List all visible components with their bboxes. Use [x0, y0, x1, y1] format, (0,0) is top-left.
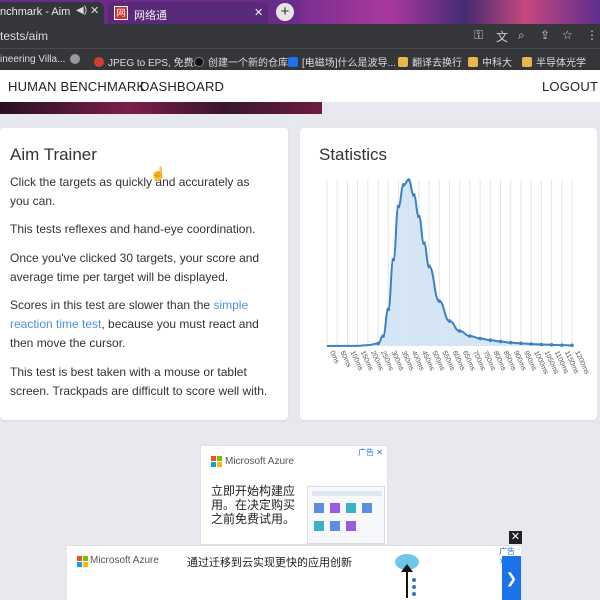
bookmarks-bar: ineering Villa... JPEG to EPS, 免费... 创建一…: [0, 48, 600, 70]
ad-brand: Microsoft Azure: [225, 456, 294, 467]
description-purpose: This tests reflexes and hand-eye coordin…: [10, 222, 256, 236]
ad-next-button[interactable]: ❯: [502, 556, 521, 600]
bookmark-globe[interactable]: [70, 54, 84, 66]
data-point: [508, 340, 513, 345]
tab-human-benchmark[interactable]: nchmark - Aim ◀) ✕: [0, 2, 104, 24]
data-point: [549, 343, 554, 347]
browser-tab-bar: nchmark - Aim ◀) ✕ 网 网络通 ✕ +: [0, 0, 600, 24]
bookmark-jpeg-to-eps[interactable]: JPEG to EPS, 免费...: [94, 54, 202, 69]
data-point: [539, 342, 544, 347]
data-point: [381, 334, 385, 338]
dashboard-link[interactable]: DASHBOARD: [140, 79, 224, 94]
tab-title: 网络通: [134, 10, 167, 22]
ad-choices-icon[interactable]: 广告 ✕: [358, 447, 383, 458]
more-icon[interactable]: ⋮: [586, 28, 598, 42]
bookmark-folder-translate[interactable]: 翻译去换行: [398, 54, 462, 69]
folder-icon: [398, 57, 408, 67]
data-point: [488, 338, 493, 342]
star-icon[interactable]: ☆: [562, 28, 573, 42]
tab-favicon: 网: [114, 6, 128, 20]
data-point: [406, 178, 411, 182]
data-point: [570, 343, 574, 348]
close-icon[interactable]: ✕: [254, 6, 263, 19]
close-ad-button[interactable]: ✕: [509, 531, 522, 544]
new-tab-button[interactable]: +: [276, 3, 294, 21]
data-point: [519, 341, 523, 346]
data-point: [498, 339, 503, 344]
data-point: [422, 241, 426, 245]
description-comparison: Scores in this test are slower than the …: [10, 298, 259, 350]
ad-brand: Microsoft Azure: [90, 555, 159, 566]
description-instructions: Click the targets as quickly and accurat…: [10, 175, 250, 208]
ad-screenshot-image: [307, 486, 385, 544]
globe-icon: [70, 54, 80, 64]
share-icon[interactable]: ⇪: [540, 28, 550, 42]
data-point: [437, 299, 442, 303]
zhihu-icon: [288, 57, 298, 67]
zoom-icon[interactable]: ⌕: [518, 28, 525, 43]
bookmark-folder-ustc[interactable]: 中科大: [468, 54, 512, 69]
site-navbar: HUMAN BENCHMARK DASHBOARD LOGOUT: [0, 70, 600, 102]
data-point: [529, 342, 533, 346]
data-point: [411, 193, 416, 197]
description-device: This test is best taken with a mouse or …: [10, 365, 268, 398]
bookmark-github[interactable]: 创建一个新的仓库: [194, 54, 288, 69]
ad-headline: 通过迁移到云实现更快的应用创新: [187, 557, 352, 569]
speaker-mute-icon[interactable]: ◀): [76, 5, 87, 16]
aim-trainer-card: Aim Trainer Click the targets as quickly…: [0, 128, 288, 420]
card-title: Aim Trainer: [10, 145, 97, 164]
data-point: [447, 319, 452, 323]
github-icon: [194, 57, 204, 67]
data-point: [401, 183, 406, 187]
cloud-upload-icon: [395, 554, 419, 598]
data-point: [391, 257, 396, 262]
data-point: [468, 334, 472, 338]
azure-ad-box[interactable]: Microsoft Azure 广告 ✕ 立即开始构建应用。在决定购买之前免费试…: [200, 445, 388, 545]
tab-bar-decoration: [300, 0, 600, 24]
key-icon[interactable]: ⚿: [474, 28, 483, 43]
data-point: [478, 336, 482, 341]
folder-icon: [522, 57, 532, 67]
hero-banner-strip: [0, 102, 322, 114]
convert-icon: [94, 57, 104, 67]
statistics-chart: 0ms50ms100ms150ms200ms250ms300ms350ms400…: [326, 178, 590, 376]
address-bar: tests/aim ⚿ ⽂ ⌕ ⇪ ☆ ⋮: [0, 24, 600, 48]
data-point: [559, 343, 564, 347]
brand-link[interactable]: HUMAN BENCHMARK: [8, 79, 145, 94]
tab-network[interactable]: 网 网络通 ✕: [108, 2, 268, 24]
statistics-card: Statistics 0ms 50ms 100ms 150ms 200ms 250ms 30…: [300, 128, 597, 420]
bookmark-folder-semiconductor[interactable]: 半导体光学: [522, 54, 586, 69]
translate-icon[interactable]: ⽂: [496, 28, 508, 45]
data-point: [386, 307, 391, 312]
bookmark-engineering-village[interactable]: ineering Villa...: [0, 54, 65, 65]
data-point: [376, 341, 380, 346]
url-field[interactable]: tests/aim: [0, 29, 48, 43]
hand-cursor-icon: ☝: [150, 166, 167, 181]
bookmark-zhihu[interactable]: [电磁场]什么是波导...: [288, 54, 396, 69]
description-scoring: Once you've clicked 30 targets, your sco…: [10, 251, 260, 284]
data-point: [417, 214, 421, 219]
close-icon[interactable]: ✕: [90, 4, 99, 17]
data-point: [396, 204, 401, 209]
folder-icon: [468, 57, 478, 67]
tab-title: nchmark - Aim: [0, 6, 71, 18]
ad-headline: 立即开始构建应用。在决定购买之前免费试用。: [211, 484, 296, 526]
data-point: [457, 329, 462, 333]
azure-bottom-ad[interactable]: Microsoft Azure 通过迁移到云实现更快的应用创新 广告 ✕ ❯: [67, 545, 521, 600]
data-point: [427, 264, 431, 269]
logout-link[interactable]: LOGOUT: [542, 79, 598, 94]
